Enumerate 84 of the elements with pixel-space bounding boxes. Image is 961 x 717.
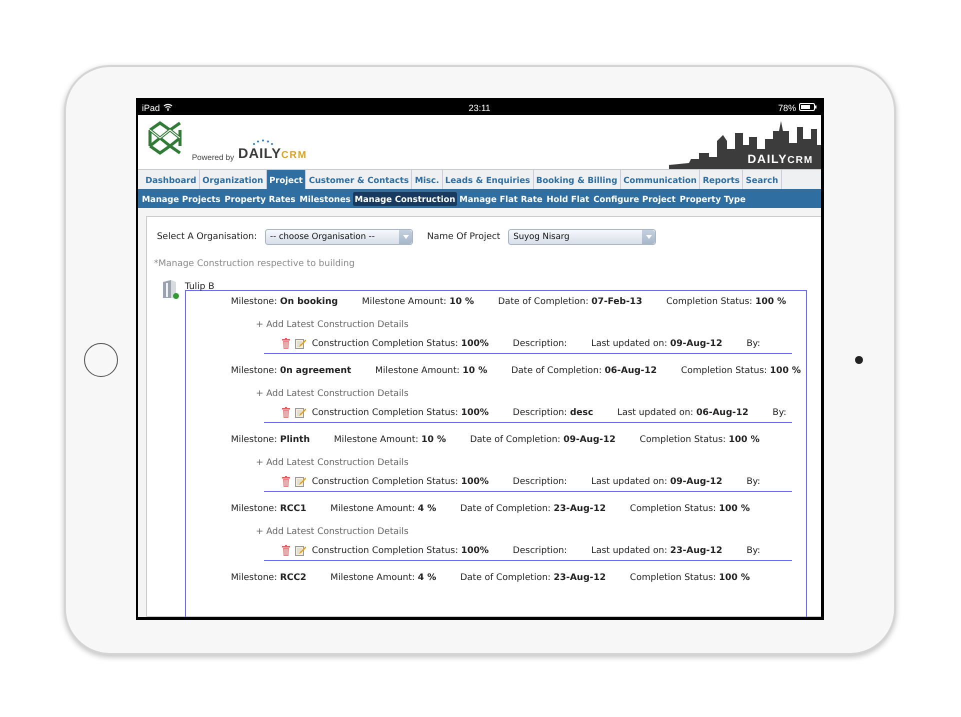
edit-icon[interactable] (294, 338, 306, 349)
milestone-field: Milestone Amount: 4 % (330, 504, 436, 514)
nav-tab[interactable]: Communication (620, 170, 700, 189)
device-name: iPad (142, 102, 160, 112)
clock-time: 23:11 (468, 102, 490, 112)
nav-tab[interactable]: Customer & Contacts (306, 170, 412, 189)
sub-nav-tab[interactable]: Manage Construction (352, 192, 458, 206)
add-details-link[interactable]: + Add Latest Construction Details (256, 527, 409, 537)
battery-percent: 78% (778, 102, 796, 112)
construction-detail: Last updated on: 09-Aug-12 (591, 338, 722, 348)
instruction-note: *Manage Construction respective to building (154, 259, 356, 269)
milestone-field: Milestone: 0n agreement (230, 366, 352, 376)
nav-tab[interactable]: Project (266, 170, 306, 189)
construction-detail: Description: (512, 476, 568, 486)
trash-icon[interactable] (280, 338, 291, 349)
construction-detail: By: (746, 546, 760, 556)
edit-icon[interactable] (294, 407, 306, 418)
milestone-field: Milestone Amount: 10 % (362, 297, 474, 307)
nav-tab[interactable]: Organization (200, 170, 267, 189)
organisation-dropdown[interactable]: -- choose Organisation -- (265, 229, 414, 245)
building-name: Tulip B (184, 282, 214, 292)
sub-nav-tab[interactable]: Manage Projects (140, 192, 223, 206)
construction-detail: Last updated on: 06-Aug-12 (617, 408, 749, 418)
trash-icon[interactable] (280, 476, 291, 487)
milestone-field: Completion Status: 100 % (630, 573, 750, 583)
add-details-link[interactable]: + Add Latest Construction Details (256, 320, 409, 330)
milestone-field: Completion Status: 100 % (666, 297, 786, 307)
dropdown-arrow-icon (402, 235, 409, 239)
project-dropdown[interactable]: Suyog Nisarg (508, 229, 656, 245)
milestone-field: Date of Completion: 23-Aug-12 (460, 573, 606, 583)
milestone-field: Completion Status: 100 % (630, 504, 750, 514)
milestone-field: Milestone: Plinth (230, 435, 310, 445)
nav-tab[interactable]: Booking & Billing (534, 170, 621, 189)
wifi-icon (162, 102, 173, 110)
trash-icon[interactable] (280, 407, 291, 418)
construction-detail: Construction Completion Status: 100% (312, 476, 489, 486)
construction-detail: Description: desc (512, 408, 594, 418)
milestone-field: Date of Completion: 23-Aug-12 (460, 504, 606, 514)
battery-icon (799, 102, 818, 110)
edit-icon[interactable] (294, 476, 306, 487)
brand-logo: DAILYCRM (238, 146, 308, 163)
construction-detail: Description: (512, 338, 568, 348)
banner-brand-text: DAILYCRM (747, 152, 814, 166)
sub-nav-tab[interactable]: Milestones (298, 192, 353, 206)
sub-nav-tab[interactable]: Hold Flat (544, 192, 592, 206)
construction-detail: By: (746, 476, 760, 486)
construction-detail: By: (746, 338, 760, 348)
construction-detail: Last updated on: 09-Aug-12 (591, 476, 722, 486)
project-label: Name Of Project (427, 232, 500, 242)
milestone-field: Date of Completion: 06-Aug-12 (511, 366, 657, 376)
home-button[interactable] (84, 343, 118, 377)
sub-nav-tab[interactable]: Property Type (678, 192, 748, 206)
knot-logo-icon (146, 121, 184, 155)
camera-icon (855, 356, 864, 364)
sub-nav-tab[interactable]: Property Rates (222, 192, 298, 206)
sub-nav-tab[interactable]: Manage Flat Rate (457, 192, 545, 206)
milestone-field: Completion Status: 100 % (680, 366, 801, 376)
powered-by-text: Powered by (192, 153, 234, 162)
construction-detail: Construction Completion Status: 100% (312, 338, 489, 348)
milestone-field: Milestone: RCC1 (230, 504, 306, 514)
construction-detail: Construction Completion Status: 100% (312, 408, 489, 418)
milestone-field: Milestone Amount: 4 % (330, 573, 436, 583)
sub-nav-tab[interactable]: Configure Project (591, 192, 678, 206)
nav-tab[interactable]: Search (743, 170, 782, 189)
edit-icon[interactable] (294, 545, 306, 556)
trash-icon[interactable] (280, 545, 291, 556)
add-details-link[interactable]: + Add Latest Construction Details (256, 389, 409, 399)
building-icon (162, 279, 179, 299)
nav-tab[interactable]: Leads & Enquiries (442, 170, 534, 189)
add-details-link[interactable]: + Add Latest Construction Details (256, 458, 409, 468)
construction-detail: By: (772, 408, 786, 418)
milestone-field: Milestone: On booking (230, 297, 338, 307)
construction-detail: Description: (512, 546, 568, 556)
milestone-field: Milestone Amount: 10 % (375, 366, 488, 376)
milestone-field: Date of Completion: 09-Aug-12 (470, 435, 616, 445)
dropdown-arrow-icon (646, 235, 652, 239)
milestone-field: Milestone Amount: 10 % (334, 435, 446, 445)
dots-arc-icon (252, 139, 274, 145)
construction-detail: Construction Completion Status: 100% (312, 546, 489, 556)
milestone-field: Date of Completion: 07-Feb-13 (498, 297, 642, 307)
construction-detail: Last updated on: 23-Aug-12 (591, 546, 722, 556)
milestone-field: Completion Status: 100 % (640, 435, 760, 445)
milestone-field: Milestone: RCC2 (230, 573, 306, 583)
organisation-label: Select A Organisation: (156, 232, 258, 242)
